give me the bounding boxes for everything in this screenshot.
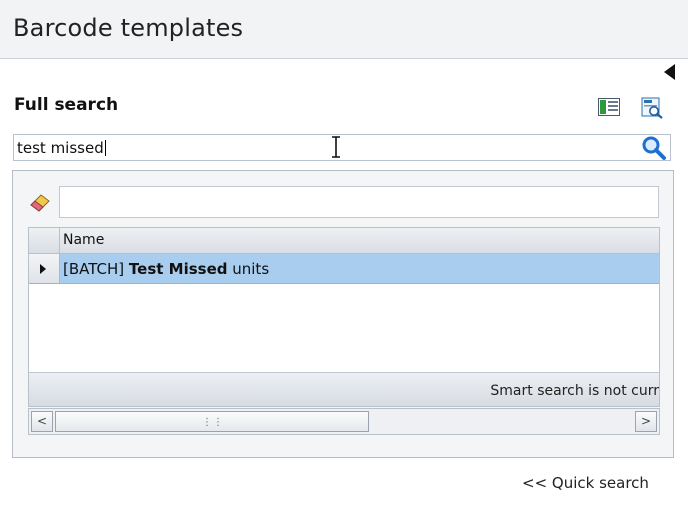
- row-selector-header: [29, 228, 60, 253]
- collapse-left-icon[interactable]: [664, 64, 675, 80]
- text-cursor-icon: [329, 135, 343, 163]
- print-preview-icon[interactable]: [641, 97, 663, 119]
- column-header-name[interactable]: Name: [63, 232, 104, 248]
- title-bar: Barcode templates: [0, 0, 688, 59]
- section-title: Full search: [14, 95, 119, 115]
- search-input-value: test missed: [17, 139, 104, 157]
- row-highlight: Test Missed: [128, 260, 228, 278]
- search-icon[interactable]: [641, 135, 667, 165]
- quick-search-link[interactable]: << Quick search: [522, 474, 649, 492]
- grid-header: Name: [29, 228, 659, 254]
- results-grid: Name [BATCH] Test Missed units Smart sea…: [28, 227, 660, 407]
- row-prefix: [BATCH]: [63, 260, 129, 278]
- scroll-right-button[interactable]: >: [635, 411, 657, 432]
- scroll-thumb[interactable]: ⋮⋮: [55, 411, 369, 432]
- eraser-icon[interactable]: [29, 191, 53, 217]
- row-pointer-icon: [40, 264, 46, 274]
- row-suffix: units: [227, 260, 270, 278]
- filter-input[interactable]: [59, 186, 659, 218]
- status-bar: Smart search is not curr: [29, 372, 659, 406]
- status-text: Smart search is not curr: [490, 383, 659, 399]
- row-name-cell[interactable]: [BATCH] Test Missed units: [63, 260, 269, 278]
- scroll-left-button[interactable]: <: [31, 411, 53, 432]
- column-chooser-icon[interactable]: [598, 97, 620, 117]
- text-caret: [104, 140, 106, 156]
- window-title: Barcode templates: [13, 14, 244, 42]
- row-selector[interactable]: [29, 254, 60, 283]
- grip-icon: ⋮⋮: [202, 417, 224, 428]
- horizontal-scrollbar[interactable]: < ⋮⋮ >: [28, 408, 660, 435]
- table-row[interactable]: [BATCH] Test Missed units: [29, 254, 659, 284]
